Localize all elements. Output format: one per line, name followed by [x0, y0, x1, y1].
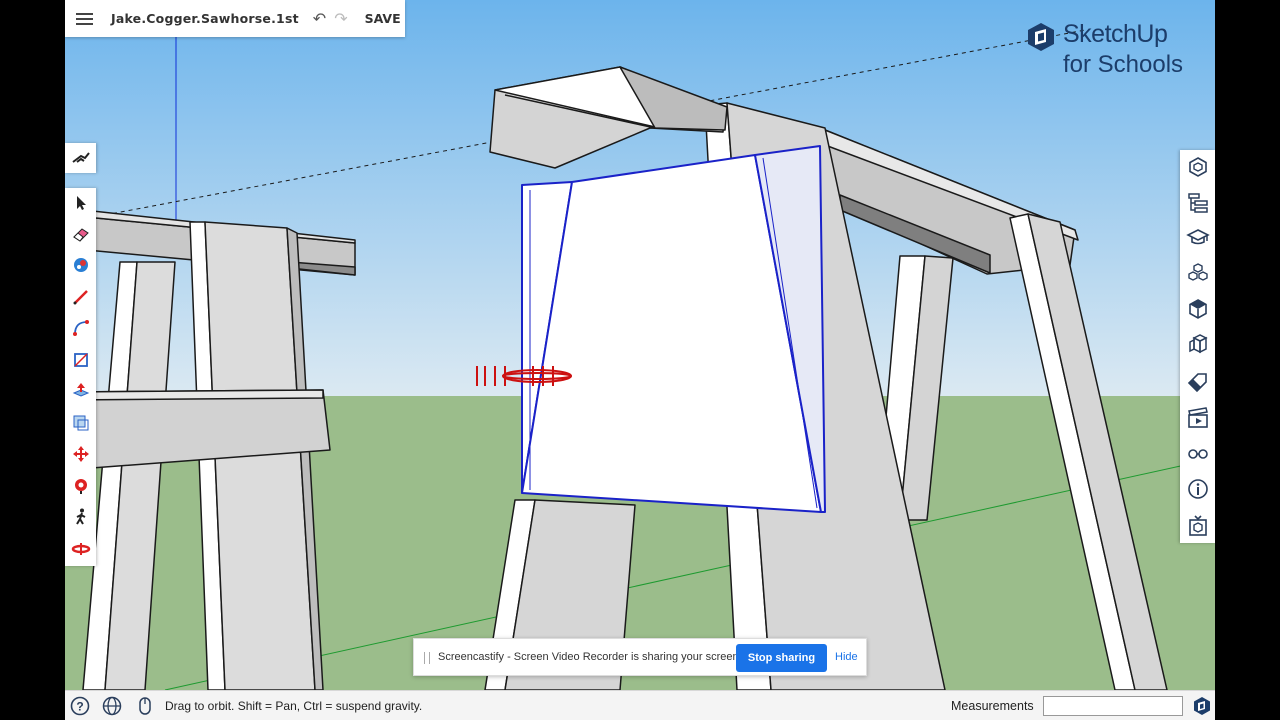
share-message: Screencastify - Screen Video Recorder is… [438, 651, 742, 663]
right-toolbar [1180, 150, 1215, 543]
logo-title: SketchUp [1063, 20, 1168, 48]
selected-panel[interactable] [521, 145, 826, 513]
orbit-walk-icon[interactable] [65, 143, 96, 173]
mouse-icon[interactable] [135, 696, 155, 716]
eraser-icon[interactable] [65, 219, 96, 249]
sketchup-logo: SketchUp for Schools [1026, 20, 1196, 80]
3d-viewport[interactable] [65, 0, 1215, 720]
arc-icon[interactable] [65, 313, 96, 343]
tags-icon[interactable] [1180, 365, 1215, 399]
file-name[interactable]: Jake.Cogger.Sawhorse.1st [111, 11, 299, 26]
scenes-icon[interactable] [1180, 401, 1215, 435]
paint-bucket-icon[interactable] [65, 250, 96, 280]
outliner-icon[interactable] [1180, 185, 1215, 219]
left-toolbar-top [65, 143, 96, 173]
save-button[interactable]: SAVE [365, 11, 401, 26]
styles-icon[interactable] [1180, 328, 1215, 362]
entity-info-icon[interactable] [1180, 150, 1215, 184]
sketchup-app-window: Jake.Cogger.Sawhorse.1st ↶ ↷ SAVE Sketch… [65, 0, 1215, 720]
measurements-input[interactable] [1043, 696, 1183, 716]
model-info-icon[interactable] [1180, 472, 1215, 506]
help-icon[interactable]: ? [70, 696, 90, 716]
screen-share-notification: Screencastify - Screen Video Recorder is… [413, 638, 867, 676]
rectangle-icon[interactable] [65, 345, 96, 375]
display-icon[interactable] [1180, 436, 1215, 470]
move-icon[interactable] [65, 439, 96, 469]
left-toolbar [65, 188, 96, 566]
tape-measure-icon[interactable] [65, 471, 96, 501]
components-icon[interactable] [1180, 256, 1215, 290]
instructor-icon[interactable] [1180, 220, 1215, 254]
measurements-label: Measurements [951, 699, 1034, 713]
top-bar: Jake.Cogger.Sawhorse.1st ↶ ↷ SAVE [65, 0, 405, 37]
sketchup-small-logo-icon [1194, 697, 1210, 715]
3d-warehouse-icon[interactable] [1180, 508, 1215, 542]
walk-icon[interactable] [65, 502, 96, 532]
svg-text:?: ? [76, 700, 83, 714]
stop-sharing-button[interactable]: Stop sharing [736, 644, 827, 672]
undo-icon[interactable]: ↶ [313, 9, 326, 29]
logo-subtitle: for Schools [1063, 51, 1184, 78]
hide-link[interactable]: Hide [835, 651, 858, 663]
pencil-line-icon[interactable] [65, 282, 96, 312]
push-pull-icon[interactable] [65, 376, 96, 406]
sketchup-logo-icon [1028, 23, 1054, 51]
globe-icon[interactable] [102, 696, 122, 716]
orbit-icon[interactable] [65, 534, 96, 564]
status-bar: ? Drag to orbit. Shift = Pan, Ctrl = sus… [65, 690, 1215, 720]
redo-icon[interactable]: ↷ [334, 9, 347, 29]
menu-icon[interactable] [76, 12, 93, 25]
offset-icon[interactable] [65, 408, 96, 438]
materials-icon[interactable] [1180, 292, 1215, 326]
status-hint: Drag to orbit. Shift = Pan, Ctrl = suspe… [165, 699, 423, 713]
select-arrow-icon[interactable] [65, 188, 96, 218]
drag-handle-icon[interactable] [424, 652, 430, 664]
